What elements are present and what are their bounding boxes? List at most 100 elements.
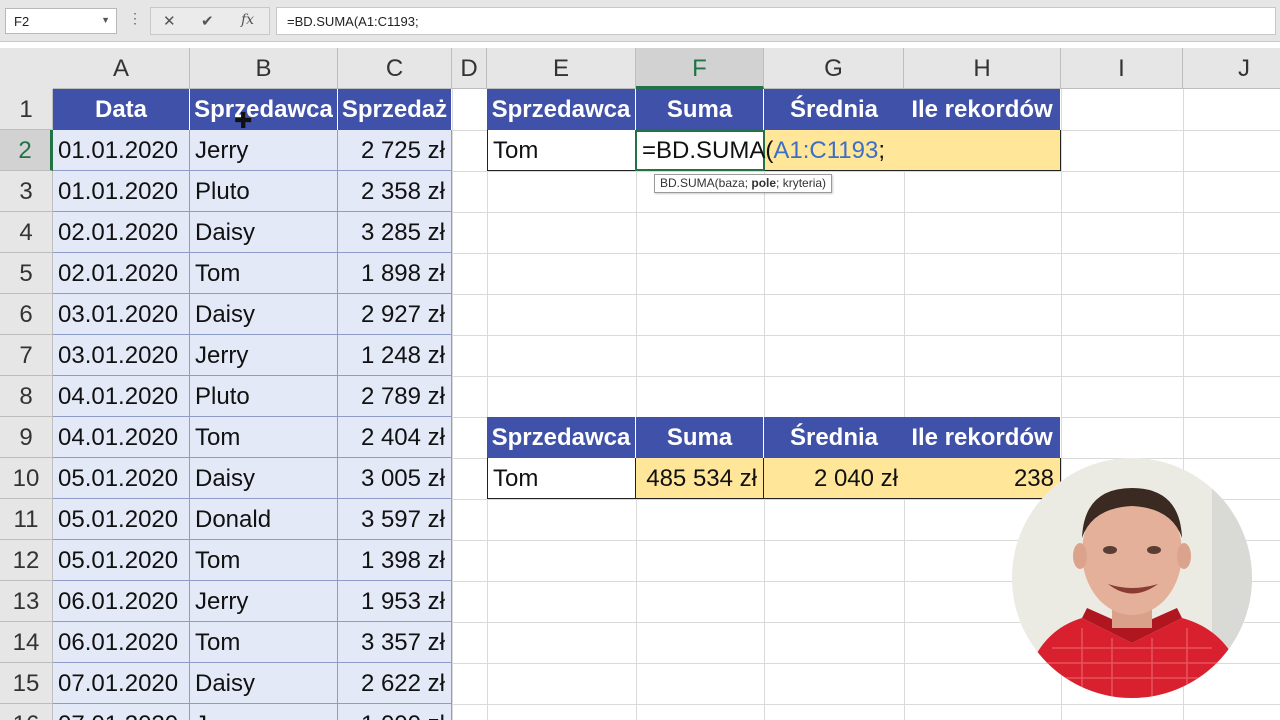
function-tooltip[interactable]: BD.SUMA(baza; pole; kryteria) — [654, 174, 833, 193]
table-cell[interactable]: 2 927 zł — [338, 294, 452, 335]
table-cell[interactable]: 3 597 zł — [338, 499, 452, 540]
table-header-cell[interactable]: Data — [53, 89, 190, 130]
active-cell-f2[interactable]: =BD.SUMA(A1:C1193; — [635, 130, 885, 171]
range-reference: A1:C1193 — [773, 137, 879, 164]
summary-value-cell[interactable]: Tom — [487, 458, 636, 499]
table-cell[interactable]: Tom — [190, 253, 338, 294]
summary-header-cell[interactable]: Średnia — [764, 89, 905, 130]
table-cell[interactable]: 3 005 zł — [338, 458, 452, 499]
table-cell[interactable]: Tom — [190, 417, 338, 458]
summary-header-cell[interactable]: Sprzedawca — [487, 417, 636, 458]
row-header-3[interactable]: 3 — [0, 171, 53, 212]
summary-header-cell[interactable]: Sprzedawca — [487, 89, 636, 130]
tooltip-suffix: ; kryteria) — [776, 176, 827, 190]
table-cell[interactable]: 04.01.2020 — [53, 417, 190, 458]
table-cell[interactable]: Pluto — [190, 376, 338, 417]
table-header-cell[interactable]: Sprzedaż — [338, 89, 452, 130]
table-cell[interactable]: 2 358 zł — [338, 171, 452, 212]
row-header-11[interactable]: 11 — [0, 499, 53, 540]
table-cell[interactable]: Daisy — [190, 663, 338, 704]
table-cell[interactable]: 05.01.2020 — [53, 458, 190, 499]
table-cell[interactable]: Jerry — [190, 130, 338, 171]
table-cell[interactable]: 1 953 zł — [338, 581, 452, 622]
table-cell[interactable]: 06.01.2020 — [53, 581, 190, 622]
column-header-h[interactable]: H — [904, 48, 1061, 89]
row-header-5[interactable]: 5 — [0, 253, 53, 294]
enter-icon[interactable]: ✔ — [201, 12, 214, 30]
gridline-vertical — [487, 89, 488, 720]
row-header-10[interactable]: 10 — [0, 458, 53, 499]
table-header-cell[interactable]: Sprzedawca — [190, 89, 338, 130]
column-header-i[interactable]: I — [1061, 48, 1183, 89]
table-cell[interactable]: Donald — [190, 499, 338, 540]
table-cell[interactable]: 3 357 zł — [338, 622, 452, 663]
column-header-j[interactable]: J — [1183, 48, 1280, 89]
row-header-6[interactable]: 6 — [0, 294, 53, 335]
table-cell[interactable]: Tom — [190, 540, 338, 581]
insert-function-icon[interactable]: fx — [241, 12, 254, 28]
summary-header-cell[interactable]: Średnia — [764, 417, 905, 458]
count-cell-top[interactable] — [904, 130, 1061, 171]
table-cell[interactable]: 05.01.2020 — [53, 540, 190, 581]
column-header-g[interactable]: G — [764, 48, 904, 89]
table-cell[interactable]: 02.01.2020 — [53, 253, 190, 294]
table-cell[interactable]: 04.01.2020 — [53, 376, 190, 417]
table-cell[interactable]: 01.01.2020 — [53, 171, 190, 212]
row-header-2[interactable]: 2 — [0, 130, 53, 171]
row-header-8[interactable]: 8 — [0, 376, 53, 417]
row-header-9[interactable]: 9 — [0, 417, 53, 458]
summary-header-cell[interactable]: Suma — [636, 89, 764, 130]
table-cell[interactable]: 2 404 zł — [338, 417, 452, 458]
summary-header-cell[interactable]: Suma — [636, 417, 764, 458]
row-header-15[interactable]: 15 — [0, 663, 53, 704]
row-header-16[interactable]: 16 — [0, 704, 53, 720]
column-header-b[interactable]: B — [190, 48, 338, 89]
table-cell[interactable]: 2 622 zł — [338, 663, 452, 704]
name-box[interactable]: F2 ▼ — [5, 8, 117, 34]
table-cell[interactable]: 2 789 zł — [338, 376, 452, 417]
table-cell[interactable]: 02.01.2020 — [53, 212, 190, 253]
table-cell[interactable]: Daisy — [190, 294, 338, 335]
row-header-12[interactable]: 12 — [0, 540, 53, 581]
table-cell[interactable]: 2 725 zł — [338, 130, 452, 171]
table-cell[interactable]: 01.01.2020 — [53, 130, 190, 171]
table-cell[interactable]: 07.01.2020 — [53, 704, 190, 720]
column-header-e[interactable]: E — [487, 48, 636, 89]
table-cell[interactable]: Tom — [190, 622, 338, 663]
more-options-icon[interactable]: ⋮ — [128, 10, 142, 27]
row-header-1[interactable]: 1 — [0, 89, 53, 130]
table-cell[interactable]: J — [190, 704, 338, 720]
table-cell[interactable]: 06.01.2020 — [53, 622, 190, 663]
summary-value-cell[interactable]: 485 534 zł — [636, 458, 764, 499]
summary-header-cell[interactable]: Ile rekordów — [904, 417, 1061, 458]
table-cell[interactable]: 1 248 zł — [338, 335, 452, 376]
table-cell[interactable]: 07.01.2020 — [53, 663, 190, 704]
table-cell[interactable]: 03.01.2020 — [53, 335, 190, 376]
row-header-4[interactable]: 4 — [0, 212, 53, 253]
row-header-13[interactable]: 13 — [0, 581, 53, 622]
chevron-down-icon[interactable]: ▼ — [101, 15, 110, 25]
table-cell[interactable]: 1 898 zł — [338, 253, 452, 294]
table-cell[interactable]: 1 398 zł — [338, 540, 452, 581]
column-header-d[interactable]: D — [452, 48, 487, 89]
summary-value-cell[interactable]: 238 — [904, 458, 1061, 499]
table-cell[interactable]: Daisy — [190, 458, 338, 499]
row-header-7[interactable]: 7 — [0, 335, 53, 376]
seller-criteria-cell[interactable]: Tom — [487, 130, 636, 171]
summary-header-cell[interactable]: Ile rekordów — [904, 89, 1061, 130]
table-cell[interactable]: 3 285 zł — [338, 212, 452, 253]
row-header-14[interactable]: 14 — [0, 622, 53, 663]
column-header-f[interactable]: F — [636, 48, 764, 89]
table-cell[interactable]: Jerry — [190, 335, 338, 376]
table-cell[interactable]: 05.01.2020 — [53, 499, 190, 540]
table-cell[interactable]: 03.01.2020 — [53, 294, 190, 335]
formula-input[interactable]: =BD.SUMA(A1:C1193; — [276, 7, 1276, 35]
table-cell[interactable]: Jerry — [190, 581, 338, 622]
table-cell[interactable]: 1 000 zł — [338, 704, 452, 720]
column-header-a[interactable]: A — [53, 48, 190, 89]
cancel-icon[interactable]: ✕ — [163, 12, 176, 30]
table-cell[interactable]: Pluto — [190, 171, 338, 212]
table-cell[interactable]: Daisy — [190, 212, 338, 253]
column-header-c[interactable]: C — [338, 48, 452, 89]
summary-value-cell[interactable]: 2 040 zł — [764, 458, 905, 499]
